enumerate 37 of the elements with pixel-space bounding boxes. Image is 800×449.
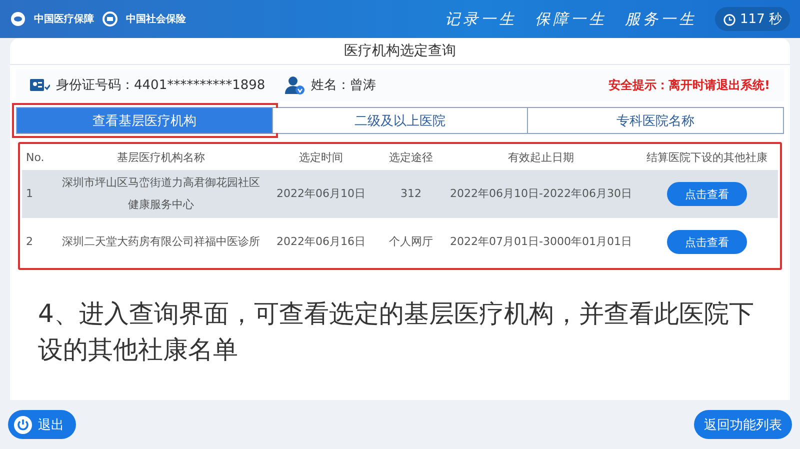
id-card-icon — [30, 78, 50, 92]
slogan: 记录一生 — [445, 10, 518, 28]
caption-text: 4、进入查询界面，可查看选定的基层医疗机构，并查看此医院下设的其他社康名单 — [37, 298, 755, 366]
exit-button[interactable]: 退出 — [8, 410, 76, 439]
back-button[interactable]: 返回功能列表 — [694, 410, 792, 439]
logo-text: 中国医疗保障 — [34, 12, 94, 26]
table-cell: 312 — [376, 170, 446, 218]
column-header: 选定途径 — [388, 150, 434, 166]
table-cell-text: 个人网厅 — [388, 234, 434, 250]
table-cell: 2022年06月10日 — [266, 170, 376, 218]
table-cell-text: 2022年06月16日 — [276, 234, 366, 250]
user-name: 姓名：曾涛 — [311, 77, 376, 94]
table-cell-text: 2022年07月01日-3000年01月01日 — [449, 234, 633, 250]
user-icon — [285, 75, 306, 95]
logo-icon — [102, 11, 118, 27]
column-header: 基层医疗机构名称 — [116, 150, 206, 166]
view-button[interactable]: 点击查看 — [667, 182, 747, 206]
column-header: No. — [25, 150, 46, 166]
security-warning: 安全提示：离开时请退出系统! — [608, 76, 770, 94]
table-cell-text: 深圳二天堂大药房有限公司祥福中医诊所 — [61, 234, 261, 250]
power-icon — [14, 416, 32, 434]
column-header: 选定时间 — [298, 150, 344, 166]
countdown-text: 117 秒 — [740, 11, 782, 28]
view-button[interactable]: 点击查看 — [667, 230, 747, 254]
slogan: 服务一生 — [625, 10, 698, 28]
table-cell-text: 2 — [25, 234, 34, 250]
table-cell: 1 — [22, 170, 56, 218]
column-header: 有效起止日期 — [507, 150, 575, 166]
id-number: 身份证号码：4401**********1898 — [56, 77, 266, 94]
logo-icon — [10, 11, 26, 27]
slogan: 保障一生 — [535, 10, 608, 28]
table-cell: 2022年06月10日-2022年06月30日 — [446, 170, 636, 218]
clock-icon — [723, 12, 736, 26]
page-title: 医疗机构选定查询 — [10, 38, 790, 65]
logo-text: 中国社会保险 — [126, 12, 186, 26]
column-header: 结算医院下设的其他社康 — [646, 150, 768, 166]
table-cell: 深圳市坪山区马峦街道力高君御花园社区健康服务中心 — [56, 170, 266, 218]
